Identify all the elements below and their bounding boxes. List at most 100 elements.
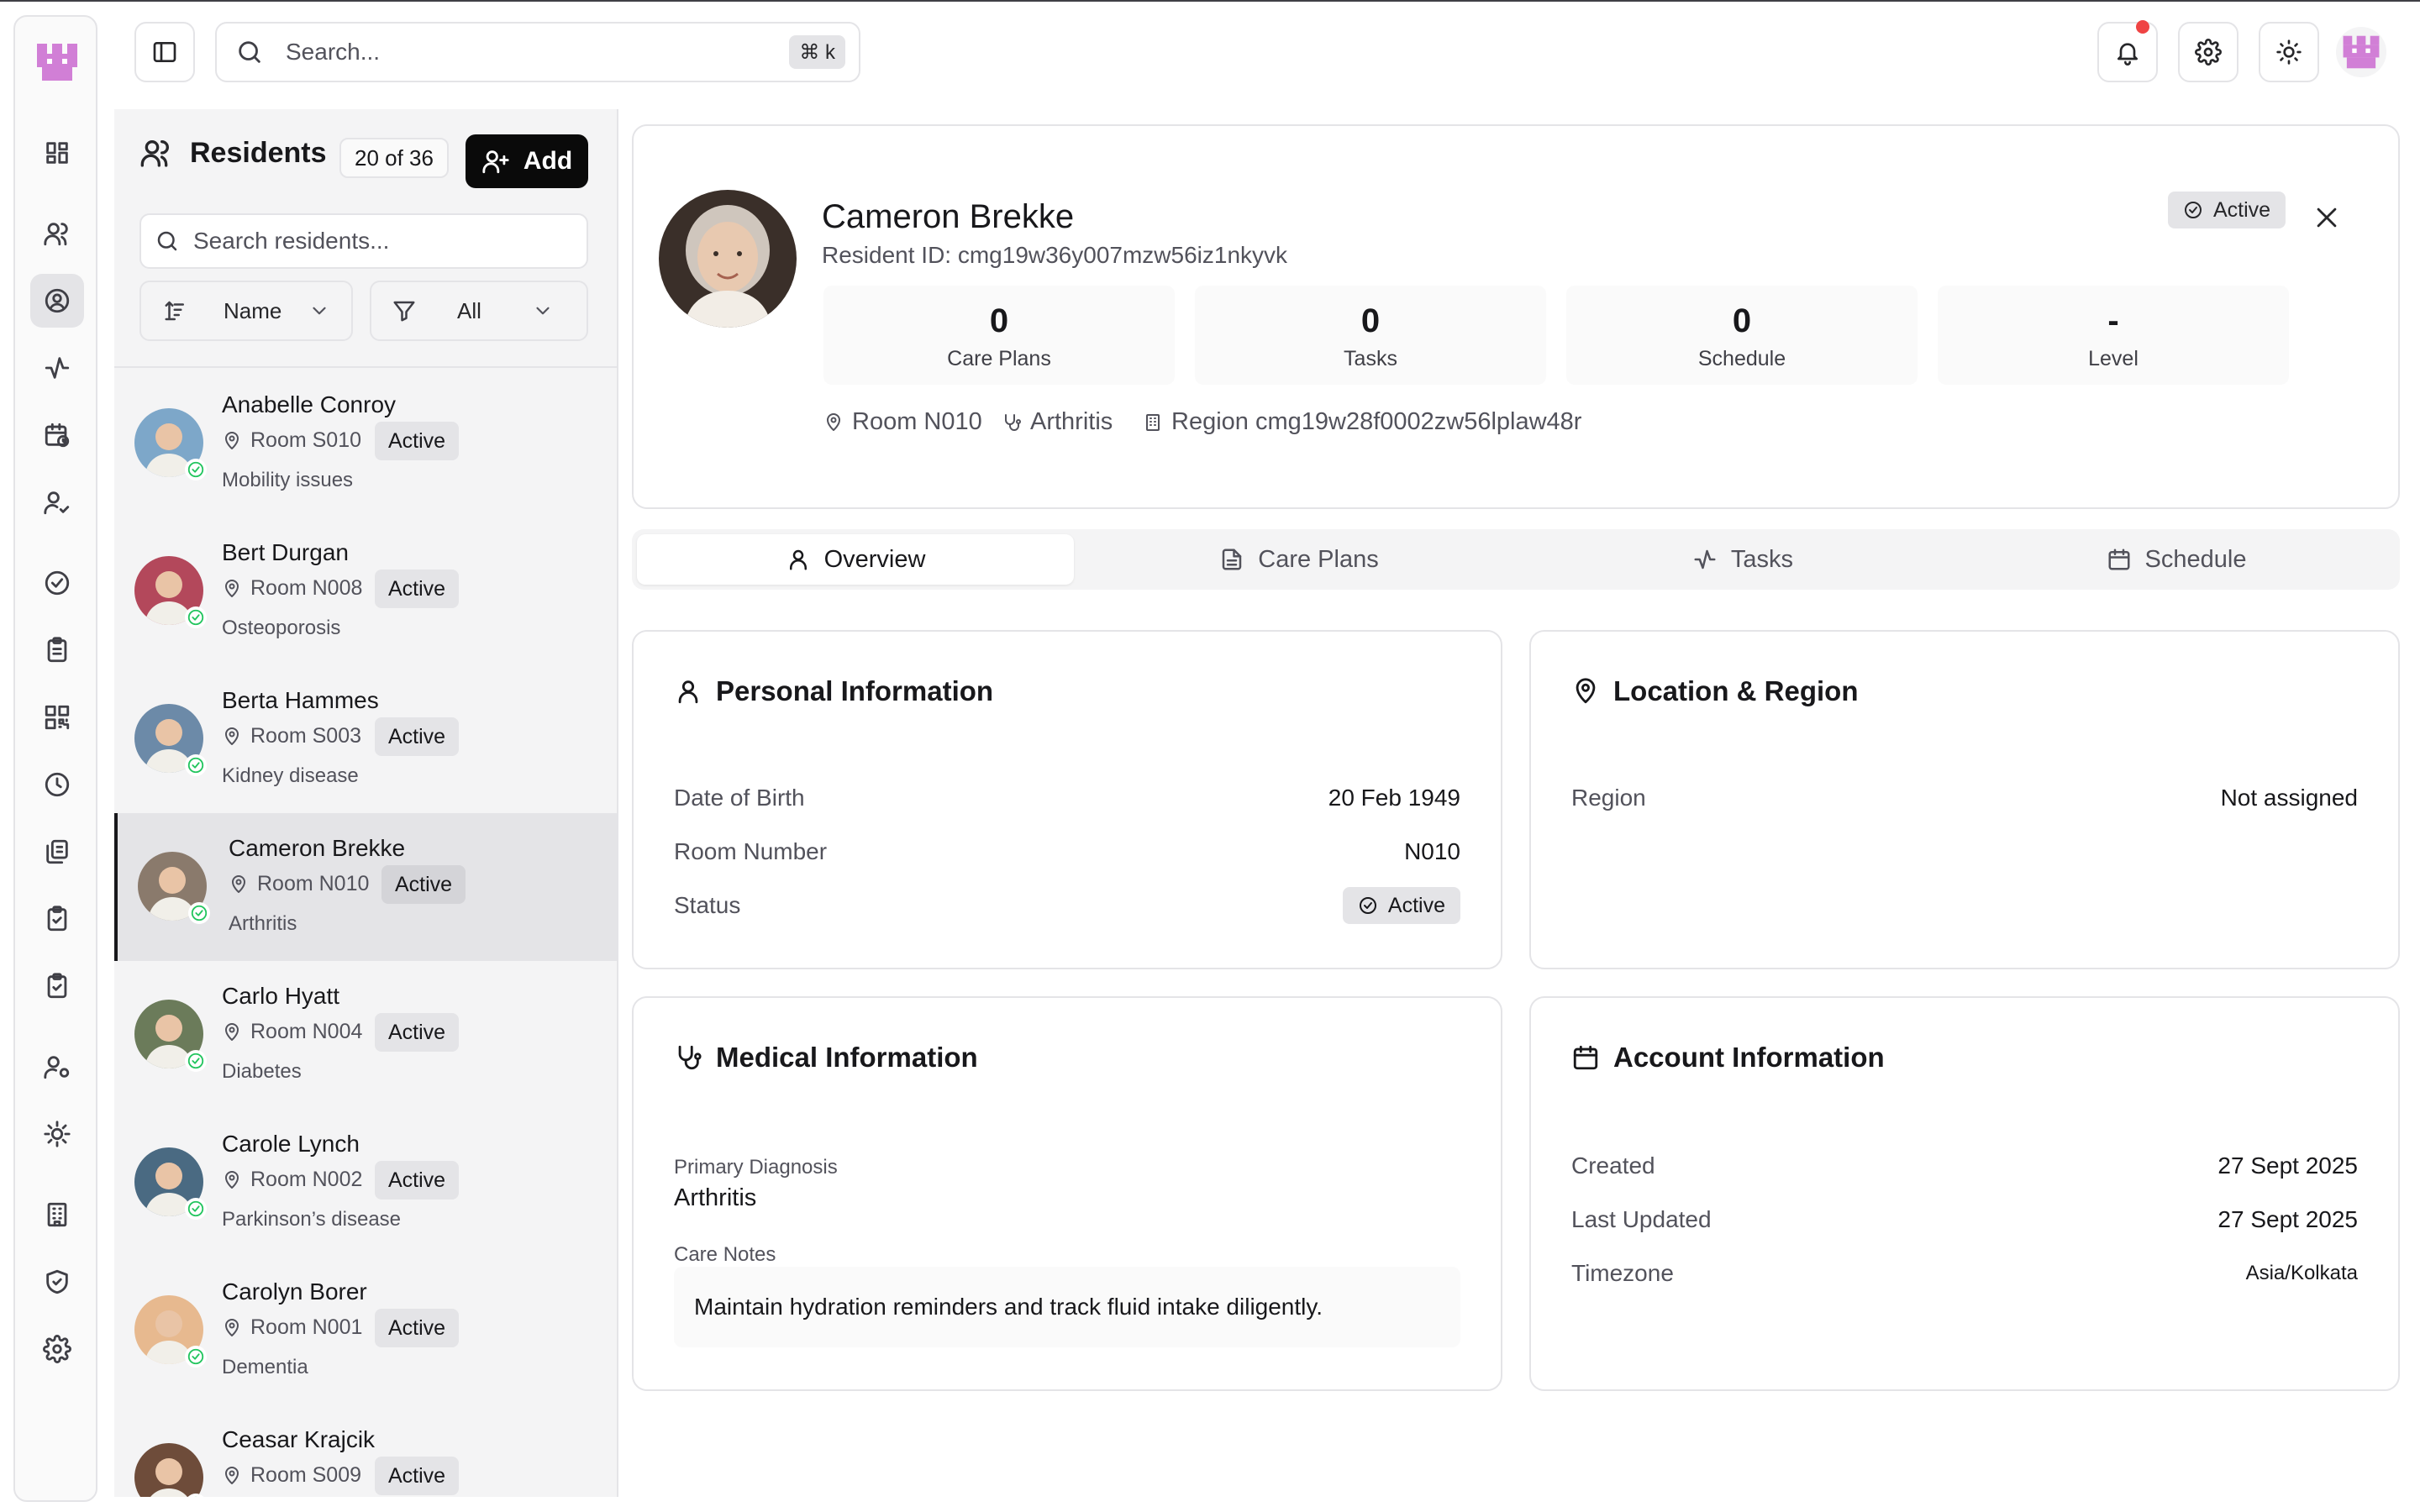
clock-icon[interactable] [30,758,84,811]
room-number-value: N010 [1404,838,1460,864]
medical-information-card: Medical Information Primary Diagnosis Ar… [632,996,1502,1391]
clipboard-list-icon[interactable] [30,623,84,677]
stethoscope-icon [1005,413,1021,431]
resident-condition: Mobility issues [222,469,354,491]
map-pin-icon [225,727,239,745]
resident-room-text: Room N001 [250,1315,363,1339]
resident-list-item[interactable]: Carole Lynch Room N002 Active Parkinson’s d… [114,1109,617,1257]
check-circle-icon [187,609,204,626]
tab-overview[interactable]: Overview [637,534,1074,585]
personal-information-title: Personal Information [674,675,993,707]
clipboard-check-alt-icon[interactable] [30,959,84,1013]
resident-room: Room N008 [222,576,362,601]
timezone-value: Asia/Kolkata [2245,1262,2358,1284]
online-status-icon [185,459,207,480]
resident-status-badge: Active [375,1309,460,1347]
users-icon [140,140,169,167]
user-cog-icon[interactable] [30,1040,84,1094]
care-notes-box: Maintain hydration reminders and track f… [674,1267,1460,1347]
cog-icon[interactable] [30,1107,84,1161]
location-region-title-text: Location & Region [1613,675,1859,706]
settings-button[interactable] [2178,22,2238,82]
status-badge: Active [1342,887,1460,924]
filter-dropdown[interactable]: All [370,281,588,341]
region-label: Region [1571,785,1646,811]
list-divider [114,366,617,368]
resident-list-item[interactable]: Carlo Hyatt Room N004 Active Diabetes [114,961,617,1109]
building-icon [1146,413,1160,431]
resident-status-badge: Active [375,717,460,756]
stat-value: 0 [989,302,1009,339]
residents-search-input[interactable]: Search residents... [139,213,588,269]
shield-check-icon[interactable] [30,1255,84,1309]
stethoscope-icon [678,1045,702,1070]
resident-name: Ceasar Krajcik [222,1426,376,1452]
dob-label: Date of Birth [674,785,805,811]
tab-tasks[interactable]: Tasks [1524,534,1961,585]
sort-dropdown[interactable]: Name [139,281,353,341]
sort-label: Name [224,297,282,323]
files-icon[interactable] [30,825,84,879]
tab-care-plans[interactable]: Care Plans [1081,534,1518,585]
resident-list-item[interactable]: Carolyn Borer Room N001 Active Dementia [114,1257,617,1404]
add-resident-button[interactable]: Add [466,134,588,188]
user-check-icon[interactable] [30,475,84,529]
users-icon[interactable] [30,207,84,260]
qr-code-icon[interactable] [30,690,84,744]
activity-icon [1694,549,1716,570]
building-icon[interactable] [30,1188,84,1242]
map-pin-icon [827,412,840,431]
resident-status-badge: Active [2168,192,2286,228]
theme-toggle-button[interactable] [2259,22,2319,82]
close-icon[interactable] [2312,203,2341,232]
check-circle-icon[interactable] [30,556,84,610]
resident-room: Room N004 [222,1020,362,1044]
tab-care-plans-label: Care Plans [1258,545,1379,573]
resident-region-text: Region cmg19w28f0002zw56lplaw48r [1171,408,1582,435]
clipboard-check-icon[interactable] [30,892,84,946]
chevron-down-icon [536,307,550,315]
resident-status-badge: Active [375,1013,460,1052]
residents-title: Residents [190,136,327,169]
tab-schedule[interactable]: Schedule [1958,534,2395,585]
account-information-title-text: Account Information [1613,1042,1885,1073]
toggle-sidebar-button[interactable] [134,22,195,82]
notifications-button[interactable] [2097,20,2158,82]
personal-information-title-text: Personal Information [716,675,994,706]
resident-list-item[interactable]: Bert Durgan Room N008 Active Osteoporosis [114,517,617,665]
resident-list-item[interactable]: Ceasar Krajcik Room S009 Active [114,1404,617,1497]
stat-tasks: 0 Tasks [1195,286,1546,385]
calendar-clock-icon[interactable] [30,408,84,462]
resident-list-item[interactable]: Berta Hammes Room S003 Active Kidney diseas… [114,665,617,813]
map-pin-icon [225,1022,239,1041]
primary-diagnosis-value: Arthritis [674,1184,757,1211]
resident-room-text: Room S009 [250,1463,362,1487]
resident-name: Carolyn Borer [222,1278,367,1305]
timezone-row: Timezone Asia/Kolkata [1571,1260,2358,1287]
residents-list-panel: Residents 20 of 36 Add Search residents.… [114,109,618,1497]
status-label: Status [674,892,741,918]
online-status-icon [185,754,207,776]
online-status-icon [188,902,210,924]
settings-icon[interactable] [30,1322,84,1376]
dob-row: Date of Birth 20 Feb 1949 [674,785,1460,811]
residents-icon[interactable] [30,274,84,328]
resident-room: Room N002 [222,1168,362,1192]
status-row: Status Active [674,887,1460,924]
online-status-icon [185,1050,207,1072]
dashboard-icon[interactable] [30,126,84,180]
activity-icon[interactable] [30,341,84,395]
resident-list-item[interactable]: Anabelle Conroy Room S010 Active Mobility i… [114,370,617,517]
region-row: Region Not assigned [1571,785,2358,811]
user-avatar[interactable] [2336,27,2386,77]
resident-name: Cameron Brekke [822,198,1075,235]
app-logo-icon[interactable] [34,39,81,86]
global-search-input[interactable]: Search... ⌘ k [215,22,860,82]
check-circle-icon [187,1053,204,1069]
online-status-icon [185,1346,207,1368]
gear-icon [2195,39,2222,66]
global-search-placeholder: Search... [286,39,381,65]
resident-list-item[interactable]: Cameron Brekke Room N010 Active Arthritis [114,813,617,961]
search-icon [239,41,260,63]
check-circle-icon [191,905,208,921]
